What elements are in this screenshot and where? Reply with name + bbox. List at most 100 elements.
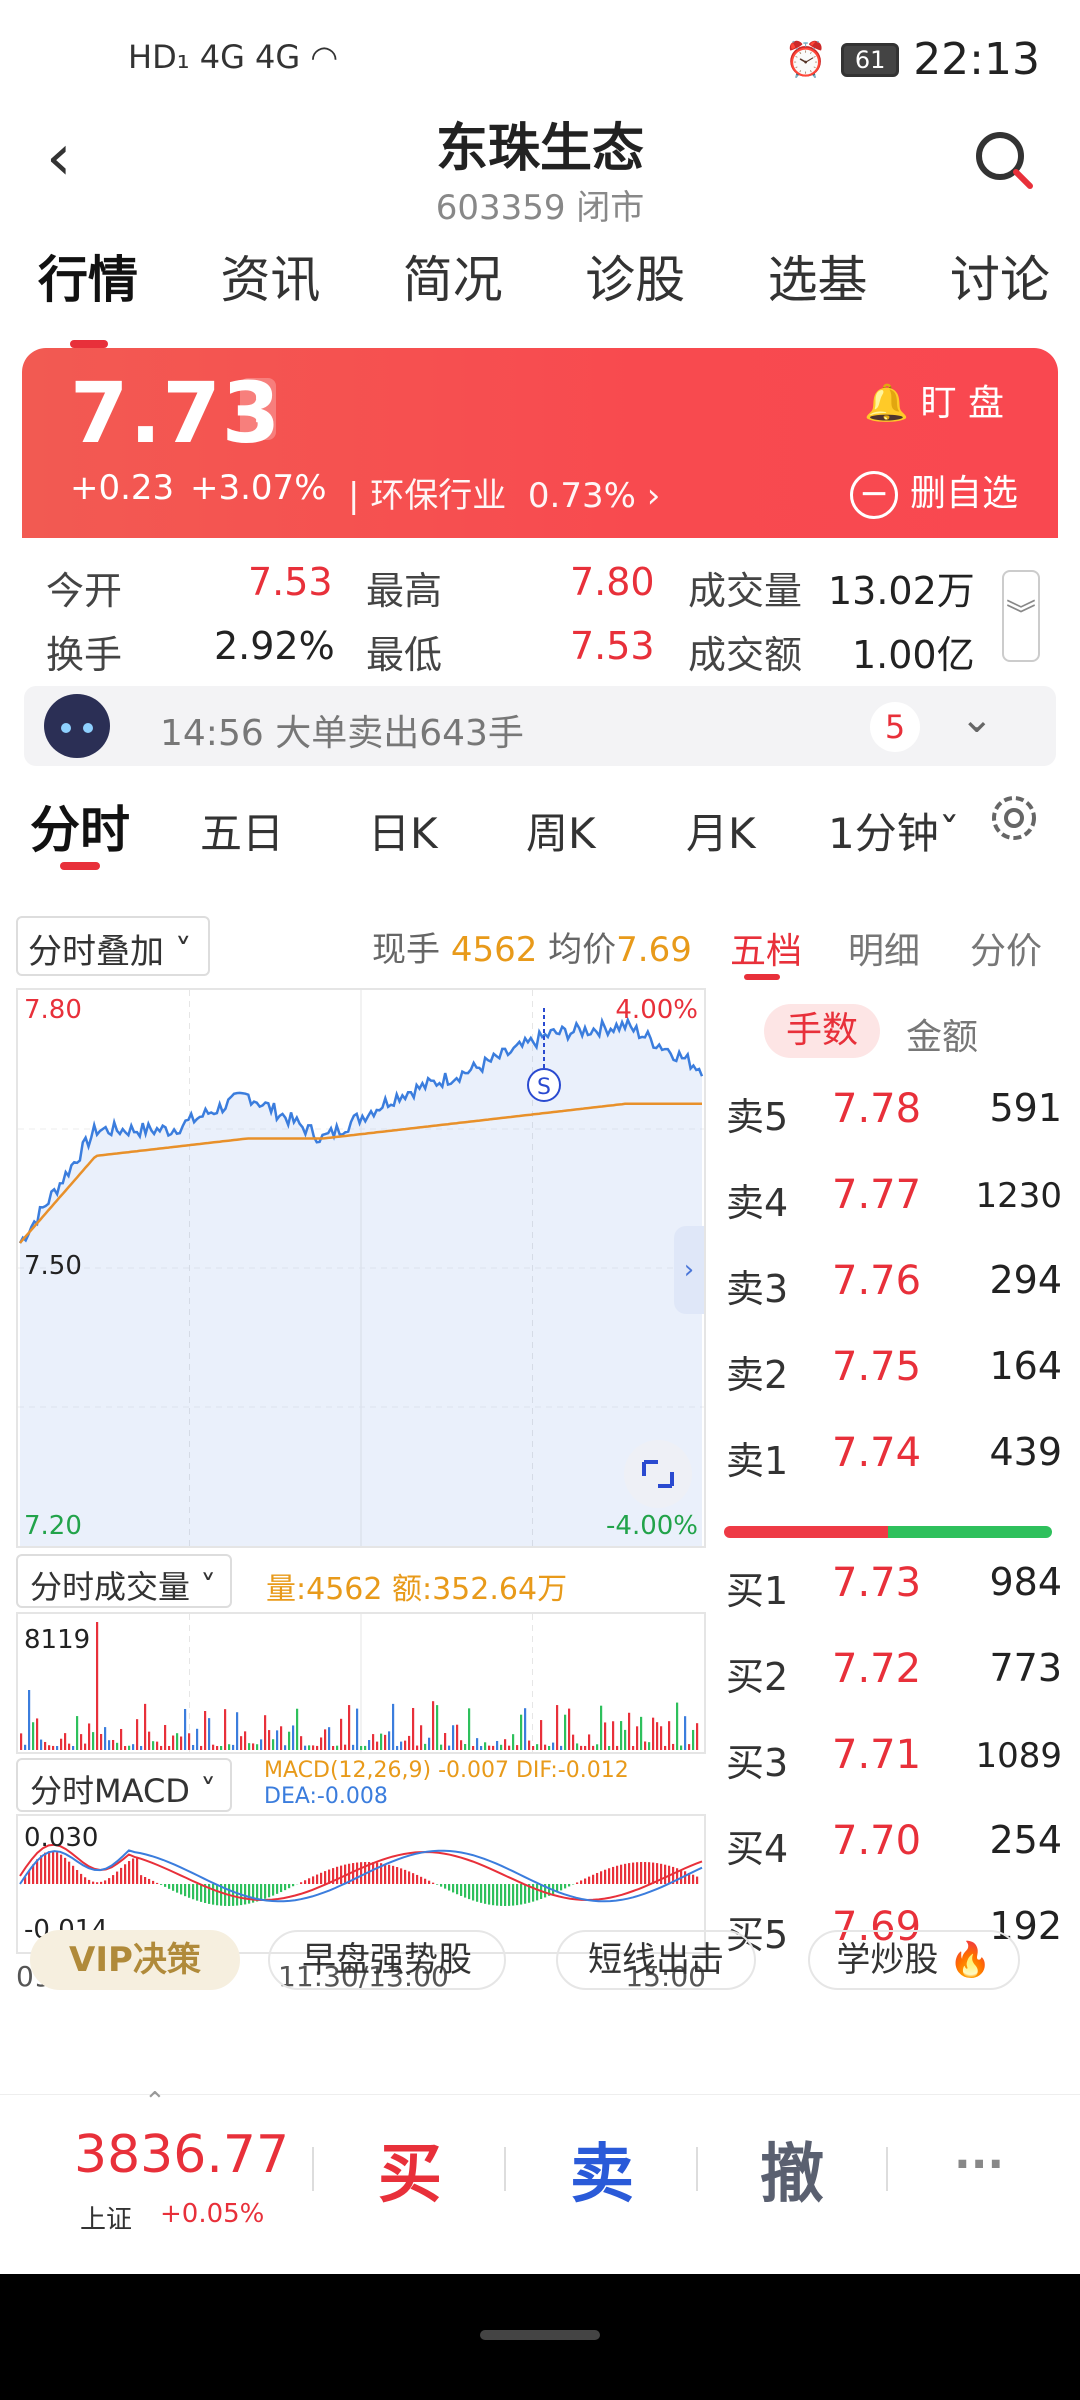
active-tab-indicator: [60, 862, 100, 870]
volume-bar: [400, 1741, 403, 1750]
tab-price-dist[interactable]: 分价: [970, 922, 1042, 974]
volume-bar: [72, 1745, 75, 1750]
macd-info-line2: DEA:-0.008: [264, 1784, 388, 1809]
ask-row: 卖1 7.74 439: [722, 1430, 1062, 1490]
main-tabs: 行情 资讯 简况 诊股 选基 讨论: [0, 240, 1080, 348]
volume-bar: [172, 1735, 175, 1750]
fullscreen-icon[interactable]: [624, 1440, 692, 1508]
macd-bar: [504, 1884, 507, 1906]
volume-bar: [292, 1725, 295, 1750]
gear-icon[interactable]: [986, 790, 1042, 846]
volume-bar: [116, 1742, 119, 1750]
tab-daily-k[interactable]: 日K: [368, 800, 438, 861]
tab-discuss[interactable]: 讨论: [950, 240, 1050, 330]
volume-bar: [548, 1745, 551, 1750]
tab-five-day[interactable]: 五日: [200, 800, 284, 861]
volume-bar: [676, 1702, 679, 1750]
side-expand-handle[interactable]: ›: [674, 1226, 704, 1314]
industry-name: 环保行业: [370, 476, 507, 516]
macd-bar: [500, 1884, 503, 1906]
bid-label: 买4: [726, 1827, 789, 1871]
volume-bar: [480, 1745, 483, 1750]
tab-intraday[interactable]: 分时: [30, 790, 130, 862]
expand-stats-icon[interactable]: ︾: [1002, 570, 1040, 662]
overlay-selector[interactable]: 分时叠加 ˅: [16, 916, 210, 976]
volume-bar: [296, 1708, 299, 1750]
tab-funds[interactable]: 选基: [768, 240, 868, 330]
morning-strong-button[interactable]: 早盘强势股: [268, 1930, 506, 1990]
remove-watchlist-button[interactable]: − 删自选: [849, 464, 1018, 519]
tab-quote[interactable]: 行情: [38, 240, 138, 348]
cancel-order-button[interactable]: 撤: [760, 2123, 824, 2215]
volume-bar: [144, 1703, 147, 1750]
macd-bar: [64, 1857, 67, 1884]
home-indicator[interactable]: [480, 2330, 600, 2340]
macd-bar: [196, 1884, 199, 1901]
macd-bar: [636, 1862, 639, 1884]
tab-details[interactable]: 明细: [848, 922, 920, 974]
chevron-up-icon[interactable]: ⌃: [144, 2087, 166, 2117]
more-icon[interactable]: ···: [954, 2139, 1004, 2190]
macd-bar: [456, 1884, 459, 1895]
ask-row: 卖2 7.75 164: [722, 1344, 1062, 1404]
macd-bar: [452, 1884, 455, 1893]
divider: [886, 2147, 888, 2191]
volume-bar: [388, 1731, 391, 1750]
volume-bar: [348, 1705, 351, 1750]
volume-bar: [248, 1743, 251, 1750]
ask-label: 卖3: [726, 1267, 789, 1311]
macd-bar: [420, 1876, 423, 1884]
tab-five-levels[interactable]: 五档: [730, 922, 802, 974]
macd-bar: [564, 1884, 567, 1889]
volume-bar: [360, 1745, 363, 1750]
volume-bar: [504, 1739, 507, 1750]
unit-shares-toggle[interactable]: 手数: [764, 1004, 880, 1058]
volume-bar: [320, 1737, 323, 1750]
bid-volume: 1089: [975, 1736, 1062, 1776]
macd-bar: [184, 1884, 187, 1897]
volume-bar: [304, 1745, 307, 1750]
buy-button[interactable]: 买: [378, 2123, 442, 2215]
unit-amount-toggle[interactable]: 金额: [906, 1008, 978, 1060]
short-attack-button[interactable]: 短线出击: [556, 1930, 756, 1990]
bid-price: 7.72: [832, 1646, 922, 1692]
tab-weekly-k[interactable]: 周K: [526, 800, 596, 861]
open-label: 今开: [46, 569, 123, 613]
more-vertical-icon[interactable]: ⋮: [240, 378, 276, 440]
volume-selector[interactable]: 分时成交量 ˅: [16, 1554, 232, 1608]
volume-bars: [20, 1614, 699, 1752]
macd-bar: [448, 1884, 451, 1891]
vip-decision-button[interactable]: VIP决策: [30, 1930, 240, 1990]
bid-volume: 254: [989, 1818, 1062, 1862]
volume-bar: [60, 1738, 63, 1750]
volume-bar: [48, 1745, 51, 1750]
volume-bar: [408, 1735, 411, 1750]
tab-news[interactable]: 资讯: [220, 240, 320, 330]
volume-bar: [420, 1725, 423, 1750]
volume-bar: [136, 1719, 139, 1750]
intraday-chart[interactable]: S 7.80 7.50 7.20 4.00% -4.00%: [16, 988, 706, 1548]
index-value[interactable]: 3836.77: [74, 2125, 289, 2185]
search-icon[interactable]: [970, 126, 1040, 196]
tab-profile[interactable]: 简况: [403, 240, 503, 330]
tab-one-minute[interactable]: 1分钟ˇ: [828, 800, 960, 861]
buy-sell-balance-bar: [724, 1526, 1052, 1538]
volume-bar: [500, 1744, 503, 1750]
volume-bar: [132, 1744, 135, 1750]
ylabel-top-pct: 4.00%: [615, 995, 698, 1025]
low-value: 7.53: [570, 624, 655, 668]
macd-bar: [60, 1854, 63, 1884]
watch-button[interactable]: 🔔 盯 盘: [864, 374, 1004, 426]
chevron-down-icon[interactable]: ⌄: [960, 696, 994, 742]
macd-bar: [576, 1882, 579, 1884]
industry-link[interactable]: | 环保行业 0.73% ›: [348, 468, 660, 517]
macd-bar: [128, 1861, 131, 1884]
tab-diagnose[interactable]: 诊股: [585, 240, 685, 330]
tab-monthly-k[interactable]: 月K: [686, 800, 756, 861]
macd-bar: [168, 1884, 171, 1889]
sell-button[interactable]: 卖: [570, 2123, 634, 2215]
volume-chart: 8119: [16, 1612, 706, 1754]
learn-trading-button[interactable]: 学炒股 🔥: [808, 1930, 1020, 1990]
macd-selector[interactable]: 分时MACD ˅: [16, 1758, 232, 1812]
notice-bar[interactable]: 14:56 大单卖出643手 5 ⌄: [24, 686, 1056, 766]
